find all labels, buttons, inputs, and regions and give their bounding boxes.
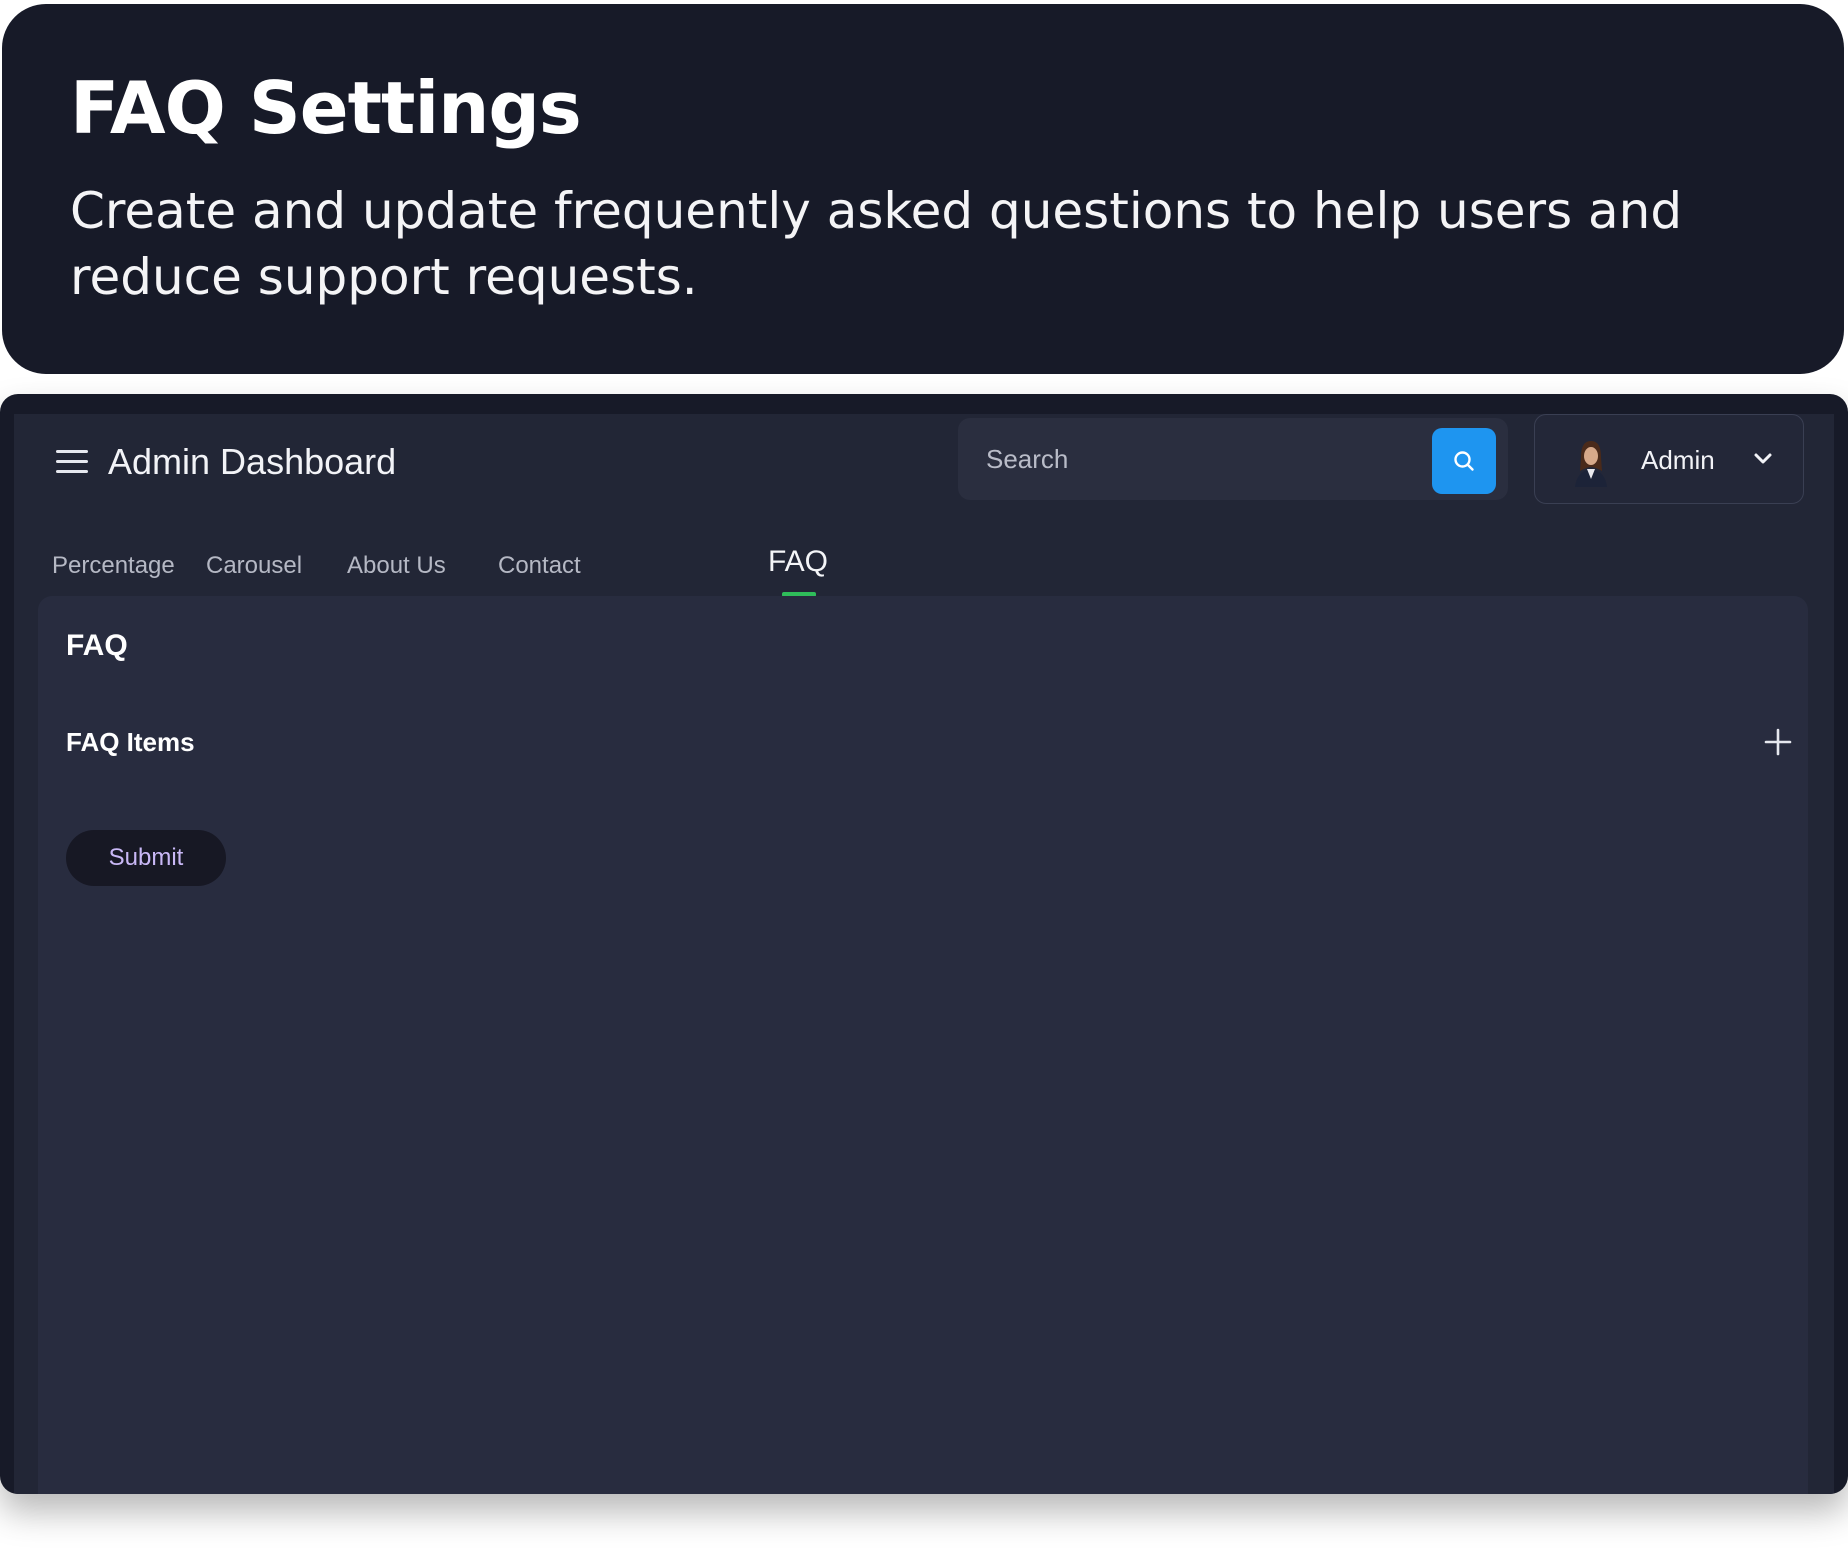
search-bar	[958, 418, 1508, 500]
submit-button[interactable]: Submit	[66, 830, 226, 886]
tab-about-us[interactable]: About Us	[347, 548, 446, 584]
tab-contact[interactable]: Contact	[498, 548, 581, 584]
add-faq-item-button[interactable]	[1758, 722, 1798, 762]
app-title: Admin Dashboard	[108, 441, 397, 482]
tab-faq[interactable]: FAQ	[768, 544, 828, 580]
user-name: Admin	[1641, 445, 1715, 475]
faq-panel: FAQ FAQ Items Submit	[38, 596, 1808, 1494]
chevron-down-icon	[1754, 453, 1772, 464]
search-icon	[1454, 451, 1474, 471]
search-input[interactable]	[984, 436, 1404, 482]
admin-app: Admin Dashboard Admin	[14, 414, 1834, 1494]
user-menu-button[interactable]: Admin	[1534, 414, 1804, 504]
search-button[interactable]	[1432, 428, 1496, 494]
caption-subtitle: Create and update frequently asked quest…	[70, 178, 1776, 310]
caption-title: FAQ Settings	[70, 66, 582, 150]
avatar	[1575, 441, 1607, 487]
caption-card: FAQ Settings Create and update frequentl…	[2, 4, 1844, 374]
hamburger-menu-icon[interactable]	[56, 450, 88, 474]
tab-carousel[interactable]: Carousel	[206, 548, 302, 584]
faq-items-label: FAQ Items	[66, 727, 195, 757]
screenshot-frame: Admin Dashboard Admin	[0, 394, 1848, 1494]
caption-subtitle-line-1: Create and update frequently asked quest…	[70, 182, 1683, 240]
caption-subtitle-line-2: reduce support requests.	[70, 248, 698, 306]
panel-title: FAQ	[66, 629, 128, 662]
tab-percentage[interactable]: Percentage	[52, 548, 175, 584]
